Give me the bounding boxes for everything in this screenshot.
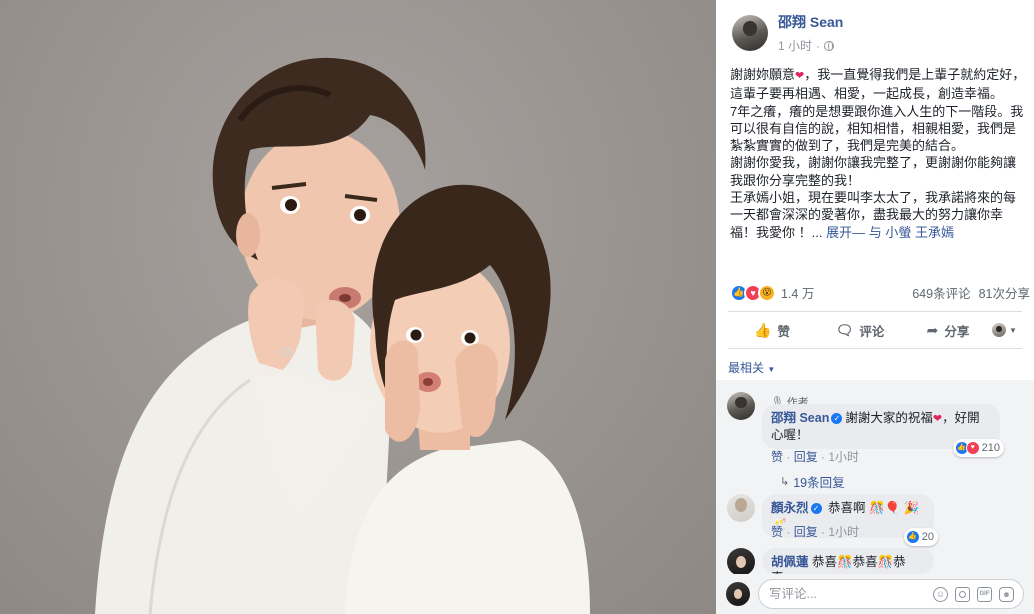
comment-text-cont: 心喔！ bbox=[771, 428, 809, 442]
commenter-avatar[interactable] bbox=[727, 548, 755, 576]
comment-reply-link[interactable]: 回复 bbox=[794, 525, 818, 539]
reply-arrow-icon: ↳ bbox=[780, 476, 790, 488]
comment-like-link[interactable]: 赞 bbox=[771, 450, 783, 464]
love-reaction-icon: ♥ bbox=[965, 441, 980, 455]
verified-badge-icon: ✓ bbox=[810, 503, 822, 515]
comment-bubble-icon: 🗨 bbox=[835, 321, 854, 338]
meta-separator: · bbox=[816, 38, 821, 53]
share-button[interactable]: ➦ 分享 bbox=[904, 321, 992, 340]
author-name[interactable]: 邵翔 Sean bbox=[778, 12, 843, 32]
sticker-icon[interactable]: ☻ bbox=[999, 586, 1014, 602]
comment-count[interactable]: 649条评论 bbox=[912, 283, 970, 302]
post-header: 邵翔 Sean 1 小时 · bbox=[732, 12, 843, 54]
gif-icon[interactable]: GIF bbox=[977, 586, 992, 602]
divider bbox=[728, 311, 1022, 312]
post-paragraph-2: 7年之癢，癢的是想要跟你進入人生的下一階段。我可以很有自信的說，相知相惜，相親相… bbox=[730, 103, 1024, 154]
share-arrow-icon: ➦ bbox=[926, 321, 939, 338]
post-text: 謝謝妳願意❤，我一直覺得我們是上輩子就約定好，這輩子要再相遇、相愛，一起成長，創… bbox=[730, 66, 1028, 241]
expand-link[interactable]: 展开 bbox=[826, 225, 852, 240]
reactions-bar: 👍 ♥ 😮 1.4 万 649条评论 81次分享 bbox=[730, 283, 1030, 302]
comment-time[interactable]: 1小时 bbox=[828, 450, 859, 464]
post-paragraph-3: 謝謝你愛我，謝謝你讓我完整了，更謝謝你能夠讓我跟你分享完整的我！ bbox=[730, 155, 1017, 188]
current-user-avatar bbox=[992, 323, 1006, 337]
heart-emoji: ❤ bbox=[932, 413, 943, 425]
comment-item: 胡佩蓮 恭喜🎊恭喜🎊恭喜… bbox=[727, 548, 934, 576]
like-reaction-icon: 👍 bbox=[905, 530, 920, 544]
comment-actions: 赞 · 回复 · 1小时 bbox=[771, 450, 860, 464]
comment-bubble: 邵翔 Sean ✓ 謝謝大家的祝福❤，好開 心喔！ 👍 ♥ 210 bbox=[762, 404, 1004, 457]
commenter-name[interactable]: 胡佩蓮 bbox=[771, 555, 809, 569]
camera-icon[interactable] bbox=[955, 586, 970, 602]
post-paragraph-4: 王承嫣小姐，現在要叫李太太了，我承諾將來的每一天都會深深的愛著你，盡我最大的努力… bbox=[730, 190, 1017, 240]
share-count[interactable]: 81次分享 bbox=[979, 283, 1030, 302]
comment-actions: 赞 · 回复 · 1小时 bbox=[771, 525, 860, 539]
commenter-avatar[interactable] bbox=[727, 392, 755, 420]
caret-down-icon: ▼ bbox=[1009, 325, 1017, 335]
post-time[interactable]: 1 小时 bbox=[778, 37, 812, 54]
comment-time[interactable]: 1小时 bbox=[828, 525, 859, 539]
tagged-user-link[interactable]: 小螢 王承嫣 bbox=[885, 225, 954, 240]
commenter-name[interactable]: 顏永烈 bbox=[771, 501, 809, 515]
current-user-avatar bbox=[726, 582, 750, 606]
verified-badge-icon: ✓ bbox=[831, 413, 843, 425]
post-photo[interactable] bbox=[0, 0, 716, 614]
comment-reply-link[interactable]: 回复 bbox=[794, 450, 818, 464]
commenter-name[interactable]: 邵翔 Sean bbox=[771, 411, 829, 425]
comment-text: 恭喜啊 bbox=[828, 501, 866, 515]
heart-emoji: ❤ bbox=[795, 70, 805, 82]
comment-text: 謝謝大家的祝福 bbox=[845, 411, 933, 425]
reaction-count[interactable]: 1.4 万 bbox=[781, 283, 814, 302]
comment-reactions[interactable]: 👍 ♥ 210 bbox=[952, 439, 1004, 457]
action-bar: 👍 赞 🗨 评论 ➦ 分享 ▼ bbox=[728, 316, 1030, 344]
view-replies-link[interactable]: ↳ 19条回复 bbox=[780, 472, 845, 491]
like-button[interactable]: 👍 赞 bbox=[728, 321, 816, 340]
comment-composer: ☺ GIF ☻ bbox=[716, 574, 1034, 614]
comment-button[interactable]: 🗨 评论 bbox=[816, 321, 904, 340]
comment-like-link[interactable]: 赞 bbox=[771, 525, 783, 539]
emoji-icon[interactable]: ☺ bbox=[933, 586, 948, 602]
comment-bubble: 胡佩蓮 恭喜🎊恭喜🎊恭喜… bbox=[762, 548, 934, 574]
thumbs-up-icon: 👍 bbox=[754, 321, 772, 338]
with-text: — 与 bbox=[852, 224, 882, 240]
wow-reaction-icon[interactable]: 😮 bbox=[758, 283, 776, 302]
couple-photo-illustration bbox=[95, 57, 590, 614]
commenter-avatar[interactable] bbox=[727, 494, 755, 522]
comment-item: 邵翔 Sean ✓ 謝謝大家的祝福❤，好開 心喔！ 👍 ♥ 210 bbox=[727, 392, 1004, 457]
globe-icon[interactable] bbox=[824, 40, 835, 51]
comment-input[interactable] bbox=[769, 587, 889, 601]
divider bbox=[728, 348, 1022, 349]
share-as-menu[interactable]: ▼ bbox=[992, 323, 1030, 337]
comment-reactions[interactable]: 👍 20 bbox=[903, 528, 938, 546]
comment-sort-dropdown[interactable]: 最相关 ▼ bbox=[728, 359, 775, 376]
comment-input-box[interactable]: ☺ GIF ☻ bbox=[758, 579, 1024, 609]
author-avatar[interactable] bbox=[732, 15, 768, 51]
post-paragraph-1: 謝謝妳願意❤，我一直覺得我們是上輩子就約定好，這輩子要再相遇、相愛，一起成長，創… bbox=[730, 67, 1026, 102]
caret-down-icon: ▼ bbox=[767, 365, 776, 374]
